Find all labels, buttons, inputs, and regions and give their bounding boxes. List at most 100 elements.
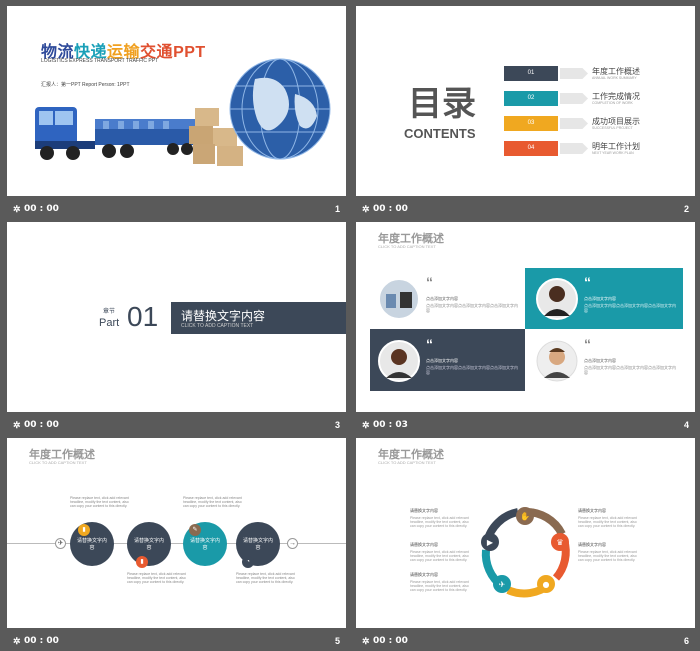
slide-time: 00 : 00	[24, 636, 59, 646]
timer-icon: ✲	[362, 204, 370, 214]
cycle-label-note: Please replace text, click add relevant …	[410, 550, 469, 562]
timer-icon: ✲	[13, 420, 21, 430]
cycle-label-block: 请替换文字内容 Please replace text, click add re…	[578, 542, 640, 562]
svg-text:✋: ✋	[520, 511, 530, 521]
team-photo	[378, 278, 420, 320]
toc-sublabel: ANNUAL WORK SUMMARY	[592, 76, 637, 80]
slide-number: 6	[683, 636, 689, 646]
slide-number: 1	[334, 204, 340, 214]
timeline-circle: 请替换文字内容	[70, 522, 114, 566]
slide-4-footer: ✲ 00 : 03 4	[356, 415, 695, 435]
timeline-note: Please replace text, click add relevant …	[127, 572, 186, 584]
slide-6-canvas: 年度工作概述 CLICK TO ADD CAPTION TEXT ✋ ♛ ● ✈…	[356, 438, 695, 628]
cycle-diagram: ✋ ♛ ● ✈ ▶	[481, 507, 570, 598]
slide-time: 00 : 03	[373, 420, 408, 430]
timeline-note: Please replace text, click add relevant …	[183, 496, 242, 508]
toc-item: 03 成功项目展示 SUCCESSFUL PROJECT	[504, 116, 694, 136]
slide-3-canvas: 章节 Part 01 请替换文字内容 CLICK TO ADD CAPTION …	[7, 222, 346, 412]
toc-arrow	[560, 118, 588, 129]
slide-1-footer: ✲ 00 : 00 1	[7, 199, 346, 219]
slide-5-subtitle: CLICK TO ADD CAPTION TEXT	[29, 460, 87, 465]
toc-number-box: 03	[504, 116, 558, 131]
cycle-label-note: Please replace text, click add relevant …	[410, 580, 469, 592]
quote-icon: “	[584, 336, 591, 352]
slide-time: 00 : 00	[373, 204, 408, 214]
title-part: PPT	[173, 44, 206, 61]
cycle-label-title: 请替换文字内容	[410, 542, 438, 547]
person-photo	[378, 340, 420, 382]
cycle-label-block: 请替换文字内容 Please replace text, click add re…	[410, 508, 472, 528]
slide-number: 3	[334, 420, 340, 430]
slide-1-reporter: 汇报人：第一PPT Report Person: 1PPT	[41, 82, 130, 88]
cycle-label-title: 请替换文字内容	[410, 508, 438, 513]
svg-text:♛: ♛	[556, 538, 563, 547]
chapter-label: 章节	[103, 309, 116, 315]
slide-5-canvas: 年度工作概述 CLICK TO ADD CAPTION TEXT ✈ → 请替换…	[7, 438, 346, 628]
cycle-label-title: 请替换文字内容	[578, 508, 606, 513]
slide-time: 00 : 00	[24, 204, 59, 214]
part-number: 01	[127, 301, 159, 332]
toc-item: 04 明年工作计划 NEXT YEAR WORK PLAN	[504, 141, 694, 161]
slide-number: 5	[334, 636, 340, 646]
svg-text:▶: ▶	[487, 538, 494, 547]
cycle-label-block: 请替换文字内容 Please replace text, click add re…	[410, 572, 472, 592]
banner-title: 请替换文字内容	[181, 309, 266, 323]
timeline-note: Please replace text, click add relevant …	[70, 496, 129, 508]
step-badge-icon: ▮	[78, 524, 90, 536]
toc-heading-en: CONTENTS	[404, 126, 476, 141]
toc-item: 02 工作完成情况 COMPLETION OF WORK	[504, 91, 694, 111]
quote-icon: “	[584, 274, 591, 290]
banner-subtitle: CLICK TO ADD CAPTION TEXT	[181, 323, 254, 329]
cycle-label-block: 请替换文字内容 Please replace text, click add re…	[578, 508, 640, 528]
quote-title: 点击添加文字内容	[584, 358, 616, 363]
svg-text:●: ●	[543, 580, 550, 589]
step-badge-icon: ◔	[242, 556, 254, 568]
chapter-banner: 请替换文字内容 CLICK TO ADD CAPTION TEXT	[171, 302, 346, 334]
toc-item: 01 年度工作概述 ANNUAL WORK SUMMARY	[504, 66, 694, 86]
step-badge-icon: ▮	[136, 556, 148, 568]
slide-number: 2	[683, 204, 689, 214]
cycle-label-note: Please replace text, click add relevant …	[578, 516, 637, 528]
person-photo	[536, 278, 578, 320]
timeline-note: Please replace text, click add relevant …	[236, 572, 295, 584]
slide-1-canvas: 物流快递运输交通PPT LOGISTICS EXPRESS TRANSPORT …	[7, 6, 346, 196]
slide-4-canvas: 年度工作概述 CLICK TO ADD CAPTION TEXT “ 点击添加文…	[356, 222, 695, 412]
svg-text:✈: ✈	[499, 580, 506, 589]
globe-illustration	[229, 58, 331, 160]
timer-icon: ✲	[13, 636, 21, 646]
slide-number: 4	[683, 420, 689, 430]
person-photo	[536, 340, 578, 382]
timer-icon: ✲	[362, 636, 370, 646]
toc-sublabel: SUCCESSFUL PROJECT	[592, 126, 633, 130]
toc-arrow	[560, 68, 588, 79]
quote-body: 点击添加文字内容点击添加文字内容点击添加文字内容	[584, 365, 676, 375]
toc-number-box: 02	[504, 91, 558, 106]
slide-6-subtitle: CLICK TO ADD CAPTION TEXT	[378, 460, 436, 465]
cycle-label-title: 请替换文字内容	[578, 542, 606, 547]
quote-body: 点击添加文字内容点击添加文字内容点击添加文字内容	[426, 303, 518, 313]
step-badge-icon: ✎	[189, 524, 201, 536]
quote-title: 点击添加文字内容	[426, 296, 458, 301]
quote-body: 点击添加文字内容点击添加文字内容点击添加文字内容	[584, 303, 676, 313]
toc-heading: 目录	[408, 85, 476, 123]
slide-4-subtitle: CLICK TO ADD CAPTION TEXT	[378, 244, 436, 249]
slide-2-footer: ✲ 00 : 00 2	[356, 199, 695, 219]
truck-illustration	[35, 107, 195, 160]
quote-icon: “	[426, 274, 433, 290]
slide-time: 00 : 00	[373, 636, 408, 646]
part-label: Part	[99, 317, 120, 329]
toc-arrow	[560, 143, 588, 154]
cycle-label-block: 请替换文字内容 Please replace text, click add re…	[410, 542, 472, 562]
slide-3-footer: ✲ 00 : 00 3	[7, 415, 346, 435]
cycle-label-note: Please replace text, click add relevant …	[410, 516, 469, 528]
timer-icon: ✲	[362, 420, 370, 430]
slide-6-footer: ✲ 00 : 00 6	[356, 631, 695, 651]
paper-plane-icon: ✈	[55, 538, 66, 549]
timer-icon: ✲	[13, 204, 21, 214]
cycle-label-title: 请替换文字内容	[410, 572, 438, 577]
toc-sublabel: COMPLETION OF WORK	[592, 101, 633, 105]
slide-time: 00 : 00	[24, 420, 59, 430]
arrow-right-icon: →	[287, 538, 298, 549]
toc-sublabel: NEXT YEAR WORK PLAN	[592, 151, 634, 155]
quote-title: 点击添加文字内容	[426, 358, 458, 363]
